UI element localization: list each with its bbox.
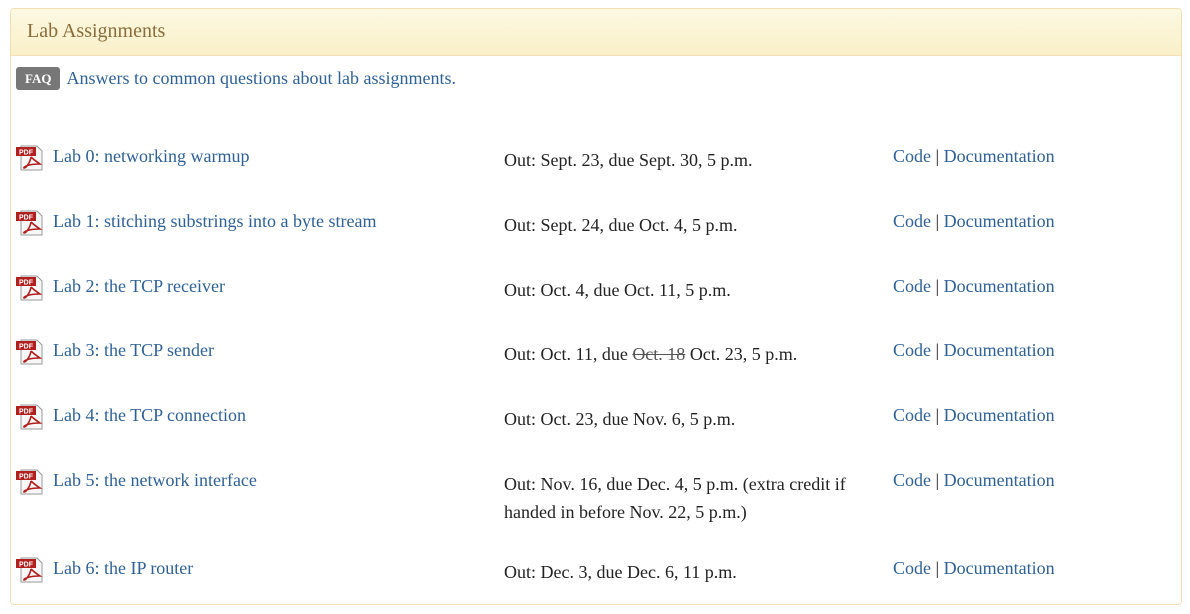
svg-text:PDF: PDF [19,280,34,287]
lab-2-dates: Out: Oct. 4, due Oct. 11, 5 p.m. [504,280,731,300]
lab-title-cell: PDF Lab 2: the TCP receiver [16,273,486,301]
lab-4-dates: Out: Oct. 23, due Nov. 6, 5 p.m. [504,409,736,429]
lab-0-links: Code | Documentation [893,146,1055,167]
pdf-icon[interactable]: PDF [16,273,48,301]
lab-6-code-link[interactable]: Code [893,558,931,578]
lab-5-docs-link[interactable]: Documentation [944,470,1055,490]
pdf-icon[interactable]: PDF [16,208,48,236]
lab-1-links: Code | Documentation [893,211,1055,232]
struck-date: Oct. 18 [632,344,686,364]
link-separator: | [935,340,940,360]
pdf-icon[interactable]: PDF [16,555,48,583]
lab-0-docs-link[interactable]: Documentation [944,146,1055,166]
svg-text:PDF: PDF [19,150,34,157]
lab-6-link[interactable]: Lab 6: the IP router [53,558,193,579]
lab-2-link[interactable]: Lab 2: the TCP receiver [53,276,225,297]
link-separator: | [935,146,940,166]
lab-title-cell: PDF Lab 1: stitching substrings into a b… [16,208,486,236]
pdf-icon[interactable]: PDF [16,467,48,495]
lab-0-dates: Out: Sept. 23, due Sept. 30, 5 p.m. [504,150,753,170]
panel-title: Lab Assignments [11,9,1181,56]
link-separator: | [935,211,940,231]
lab-5-link[interactable]: Lab 5: the network interface [53,470,257,491]
lab-4-link[interactable]: Lab 4: the TCP connection [53,405,246,426]
lab-2-links: Code | Documentation [893,276,1055,297]
lab-title-cell: PDF Lab 3: the TCP sender [16,337,486,365]
pdf-icon[interactable]: PDF [16,143,48,171]
lab-0-code-link[interactable]: Code [893,146,931,166]
lab-3-code-link[interactable]: Code [893,340,931,360]
pdf-icon[interactable]: PDF [16,337,48,365]
lab-5-links: Code | Documentation [893,470,1055,491]
lab-6-links: Code | Documentation [893,558,1055,579]
link-separator: | [935,405,940,425]
lab-4-docs-link[interactable]: Documentation [944,405,1055,425]
svg-text:PDF: PDF [19,562,34,569]
lab-1-dates: Out: Sept. 24, due Oct. 4, 5 p.m. [504,215,738,235]
link-separator: | [935,470,940,490]
svg-text:PDF: PDF [19,215,34,222]
lab-2-docs-link[interactable]: Documentation [944,276,1055,296]
lab-0-link[interactable]: Lab 0: networking warmup [53,146,249,167]
lab-4-links: Code | Documentation [893,405,1055,426]
lab-6-docs-link[interactable]: Documentation [944,558,1055,578]
faq-row: FAQ Answers to common questions about la… [16,64,456,92]
lab-1-link[interactable]: Lab 1: stitching substrings into a byte … [53,211,376,232]
pdf-icon[interactable]: PDF [16,402,48,430]
lab-title-cell: PDF Lab 0: networking warmup [16,143,486,171]
lab-6-dates: Out: Dec. 3, due Dec. 6, 11 p.m. [504,562,737,582]
link-separator: | [935,558,940,578]
lab-3-dates: Out: Oct. 11, due Oct. 18 Oct. 23, 5 p.m… [504,344,798,364]
lab-5-dates: Out: Nov. 16, due Dec. 4, 5 p.m. (extra … [504,474,846,522]
svg-text:PDF: PDF [19,474,34,481]
faq-link[interactable]: Answers to common questions about lab as… [66,68,455,89]
lab-3-link[interactable]: Lab 3: the TCP sender [53,340,214,361]
lab-3-docs-link[interactable]: Documentation [944,340,1055,360]
lab-title-cell: PDF Lab 4: the TCP connection [16,402,486,430]
lab-4-code-link[interactable]: Code [893,405,931,425]
lab-2-code-link[interactable]: Code [893,276,931,296]
lab-1-code-link[interactable]: Code [893,211,931,231]
svg-text:PDF: PDF [19,344,34,351]
link-separator: | [935,276,940,296]
lab-title-cell: PDF Lab 6: the IP router [16,555,486,583]
faq-badge: FAQ [16,66,61,90]
lab-5-code-link[interactable]: Code [893,470,931,490]
lab-3-links: Code | Documentation [893,340,1055,361]
lab-1-docs-link[interactable]: Documentation [944,211,1055,231]
lab-title-cell: PDF Lab 5: the network interface [16,467,486,495]
svg-text:PDF: PDF [19,409,34,416]
